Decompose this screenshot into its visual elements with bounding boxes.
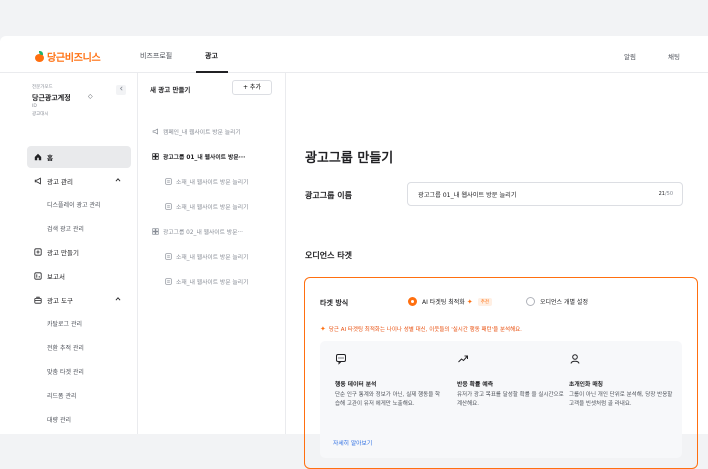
page-title: 광고그룹 만들기	[305, 151, 394, 166]
feature-title: 반응 확률 예측	[457, 382, 494, 388]
tree-label: 광고그룹 02_내 웹사이트 방문···	[163, 230, 243, 236]
tree-label: 소재_내 웹사이트 방문 늘리기	[176, 180, 249, 186]
ai-description: ✦ 당근 AI 타겟팅 최적화는 나이나 성별 대신, 이웃들의 '실시간 행동 …	[320, 325, 522, 333]
tree-adgroup-02[interactable]: 광고그룹 02_내 웹사이트 방문···	[152, 227, 243, 236]
plus-square-icon	[34, 248, 42, 256]
tree-label: 광고그룹 01_내 웹사이트 방문···	[163, 155, 246, 161]
chat-link[interactable]: 채팅	[668, 51, 680, 61]
sidebar-item-home[interactable]: 홈	[27, 146, 131, 168]
account-name[interactable]: 당근광고계정	[32, 93, 71, 103]
sidebar-sub-search-ad[interactable]: 검색 광고 관리	[47, 224, 84, 233]
feature-title: 초개인화 매칭	[569, 382, 604, 388]
add-button[interactable]: + 추가	[232, 80, 272, 95]
tree-creative[interactable]: 소재_내 웹사이트 방문 늘리기	[165, 277, 248, 286]
notifications-link[interactable]: 알림	[624, 51, 636, 61]
account-id: ID	[32, 104, 37, 109]
app-window: 당근비즈니스 비즈프로필 광고 알림 채팅 전문가모드 당근광고계정 ◇ ID …	[0, 36, 708, 469]
sidebar-item-label: 광고 만들기	[47, 249, 79, 257]
collapse-sidebar-button[interactable]	[116, 85, 126, 95]
megaphone-icon	[34, 177, 42, 185]
creative-icon	[165, 278, 172, 285]
radio-custom-audience[interactable]: 오디언스 개별 설정	[526, 297, 588, 306]
main-content: 광고그룹 만들기 광고그룹 이름 광고그룹 01_내 웹사이트 방문 늘리기 2…	[287, 73, 708, 469]
feature-behavior: 행동 데이터 분석 단순 인구 통계와 정보가 아닌, 실제 행동을 학습해 고…	[335, 353, 445, 409]
chevron-left-icon	[119, 86, 123, 91]
nav-bizprofile[interactable]: 비즈프로필	[140, 51, 172, 61]
feature-desc: 유저가 광고 목표를 달성할 확률 을 실시간으로 계산해요.	[457, 392, 564, 407]
sparkle-icon: ✦	[320, 325, 326, 333]
learn-more-link[interactable]: 자세히 알아보기	[333, 438, 372, 447]
recommended-badge: 추천	[477, 297, 492, 306]
report-icon	[34, 272, 42, 280]
message-icon	[336, 354, 346, 365]
sidebar: 전문가모드 당근광고계정 ◇ ID 광고대시 홈 광고 관리 디스플레이 광고 …	[0, 73, 138, 434]
brand-logo[interactable]: 당근비즈니스	[35, 49, 101, 64]
adgroup-name-label: 광고그룹 이름	[305, 191, 352, 200]
tree-creative[interactable]: 소재_내 웹사이트 방문 늘리기	[165, 177, 248, 186]
feature-matching: 초개인화 매칭 그룹이 아닌 개인 단위로 분석해, 당장 반응할 고객을 빈셋…	[569, 353, 679, 409]
home-icon	[34, 153, 42, 161]
tree-creative[interactable]: 소재_내 웹사이트 방문 늘리기	[165, 252, 248, 261]
feature-title: 행동 데이터 분석	[335, 382, 377, 388]
tree-campaign[interactable]: 캠페인_내 웹사이트 방문 늘리기	[152, 127, 241, 136]
adgroup-name-input[interactable]: 광고그룹 01_내 웹사이트 방문 늘리기 21/50	[407, 182, 683, 206]
sidebar-item-create-ad[interactable]: 광고 만들기	[27, 241, 131, 263]
top-navigation: 당근비즈니스 비즈프로필 광고 알림 채팅	[0, 36, 708, 73]
chevron-up-icon	[115, 178, 121, 182]
char-counter: 21/50	[658, 191, 673, 197]
sidebar-sub-leadform[interactable]: 리드폼 관리	[47, 391, 77, 400]
sidebar-item-ad-tools[interactable]: 광고 도구	[27, 289, 131, 311]
user-icon	[570, 354, 580, 364]
sidebar-item-label: 광고 도구	[47, 297, 73, 305]
audience-section-title: 오디언스 타겟	[305, 251, 352, 260]
sidebar-item-label: 보고서	[47, 273, 65, 281]
tree-creative[interactable]: 소재_내 웹사이트 방문 늘리기	[165, 202, 248, 211]
radio-unselected-icon	[526, 297, 535, 306]
radio-label: AI 타겟팅 최적화	[422, 299, 465, 306]
megaphone-icon	[152, 128, 159, 135]
sidebar-item-ad-manage[interactable]: 광고 관리	[27, 170, 131, 192]
tree-label: 캠페인_내 웹사이트 방문 늘리기	[163, 130, 241, 136]
grid-icon	[152, 228, 159, 235]
sidebar-sub-bulk[interactable]: 대량 관리	[47, 415, 71, 424]
feature-desc: 단순 인구 통계와 정보가 아닌, 실제 행동을 학습해 고관이 유저 에게만 …	[335, 392, 441, 407]
tree-adgroup-01[interactable]: 광고그룹 01_내 웹사이트 방문···	[152, 152, 245, 161]
creative-icon	[165, 178, 172, 185]
grid-icon	[152, 153, 159, 160]
radio-label: 오디언스 개별 설정	[540, 299, 588, 306]
tree-label: 소재_내 웹사이트 방문 늘리기	[176, 255, 249, 261]
sidebar-sub-custom-target[interactable]: 맞춤 타겟 관리	[47, 367, 84, 376]
feature-prediction: 반응 확률 예측 유저가 광고 목표를 달성할 확률 을 실시간으로 계산해요.	[457, 353, 567, 409]
creative-icon	[165, 203, 172, 210]
feature-desc: 그룹이 아닌 개인 단위로 분석해, 당장 반응할 고객을 빈셋처럼 골 라내요…	[569, 392, 673, 407]
radio-selected-icon	[408, 297, 417, 306]
chevron-up-icon	[115, 297, 121, 301]
brand-name: 당근비즈니스	[47, 53, 101, 64]
sidebar-item-label: 광고 관리	[47, 178, 73, 186]
account-switch-icon[interactable]: ◇	[88, 93, 93, 100]
adgroup-name-value: 광고그룹 01_내 웹사이트 방문 늘리기	[418, 192, 517, 199]
ad-structure-panel: 새 광고 만들기 + 추가 캠페인_내 웹사이트 방문 늘리기 광고그룹 01_…	[138, 73, 286, 434]
account-mode: 전문가모드	[32, 85, 53, 90]
toolbox-icon	[34, 296, 42, 304]
nav-ads[interactable]: 광고	[205, 51, 218, 61]
sidebar-sub-display-ad[interactable]: 디스플레이 광고 관리	[47, 200, 101, 209]
panel-title: 새 광고 만들기	[150, 86, 191, 94]
target-method-label: 타겟 방식	[320, 299, 349, 307]
sidebar-sub-conversion[interactable]: 전환 추적 관리	[47, 343, 84, 352]
tree-label: 소재_내 웹사이트 방문 늘리기	[176, 280, 249, 286]
ai-features-panel: 행동 데이터 분석 단순 인구 통계와 정보가 아닌, 실제 행동을 학습해 고…	[320, 341, 682, 458]
target-method-box: 타겟 방식 AI 타겟팅 최적화 ✦ 추천 오디언스 개별 설정 ✦ 당근 AI …	[304, 277, 698, 469]
tree-label: 소재_내 웹사이트 방문 늘리기	[176, 205, 249, 211]
radio-ai-targeting[interactable]: AI 타겟팅 최적화 ✦ 추천	[408, 297, 492, 306]
carrot-icon	[35, 51, 44, 62]
sidebar-item-report[interactable]: 보고서	[27, 265, 131, 287]
creative-icon	[165, 253, 172, 260]
sparkle-icon: ✦	[466, 297, 473, 306]
trend-up-icon	[458, 355, 468, 363]
sidebar-sub-catalog[interactable]: 카탈로그 관리	[47, 319, 82, 328]
sidebar-item-label: 홈	[47, 154, 53, 162]
account-role: 광고대시	[32, 112, 49, 117]
